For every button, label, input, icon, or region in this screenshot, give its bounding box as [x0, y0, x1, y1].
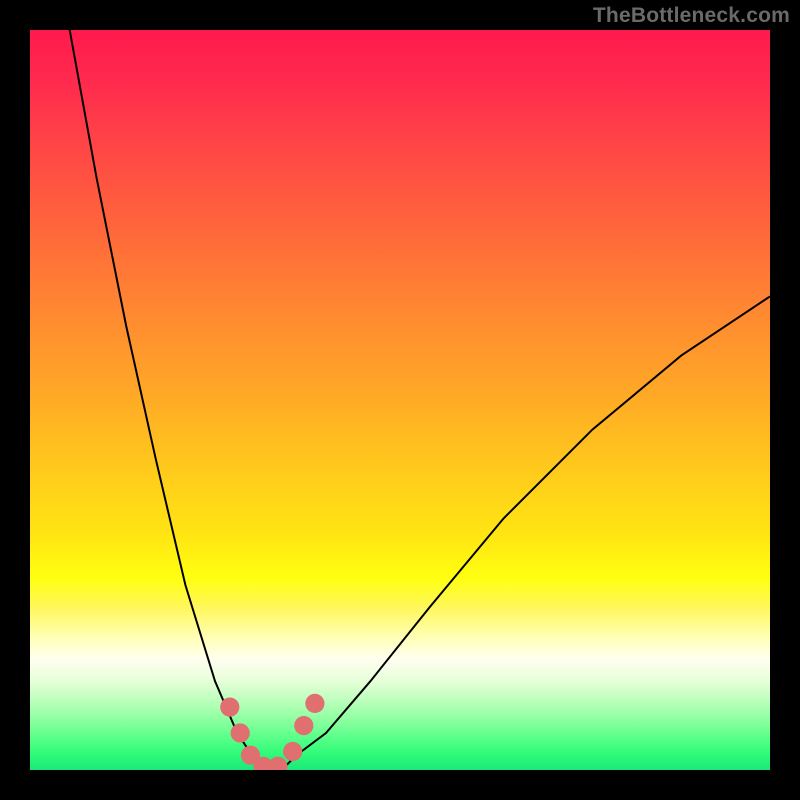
chart-frame: TheBottleneck.com: [0, 0, 800, 800]
plot-area: [30, 30, 770, 770]
bead-point: [283, 742, 302, 761]
bead-point: [254, 757, 273, 770]
bead-point: [294, 716, 313, 735]
bottleneck-curve: [67, 30, 770, 770]
bead-point: [305, 694, 324, 713]
bead-point: [231, 723, 250, 742]
watermark-text: TheBottleneck.com: [593, 4, 790, 28]
chart-svg: [30, 30, 770, 770]
bead-point: [241, 746, 260, 765]
bead-point: [220, 698, 239, 717]
bead-point: [268, 757, 287, 770]
bead-group: [220, 694, 324, 770]
